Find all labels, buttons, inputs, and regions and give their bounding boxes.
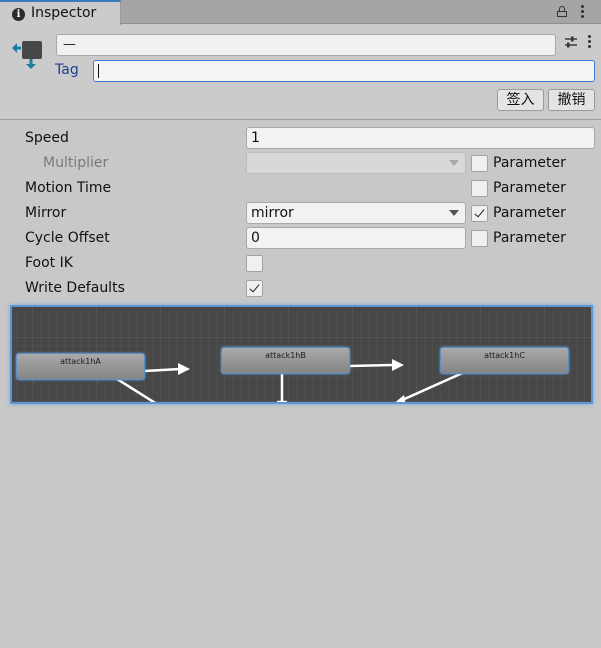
sign-in-button[interactable]: 签入 <box>497 89 544 111</box>
mirror-label: Mirror <box>25 205 67 221</box>
write-defaults-row: Write Defaults <box>0 277 601 301</box>
motion-time-parameter-label: Parameter <box>493 180 566 196</box>
animator-state-icon <box>12 41 42 69</box>
header-menu-icon[interactable] <box>588 35 591 48</box>
mirror-parameter-label: Parameter <box>493 205 566 221</box>
speed-label: Speed <box>25 130 69 146</box>
graph-node-attack1hA[interactable]: attack1hA <box>16 353 145 380</box>
multiplier-parameter-checkbox[interactable] <box>471 155 488 172</box>
chevron-down-icon <box>449 160 459 166</box>
foot-ik-label: Foot IK <box>25 255 73 271</box>
inspector-header: — Tag 签入 撤销 <box>0 25 601 120</box>
foot-ik-checkbox[interactable] <box>246 255 263 272</box>
undo-button[interactable]: 撤销 <box>548 89 595 111</box>
foot-ik-row: Foot IK <box>0 252 601 276</box>
motion-time-label: Motion Time <box>25 180 112 196</box>
write-defaults-checkbox[interactable] <box>246 280 263 297</box>
chevron-down-icon <box>449 210 459 216</box>
cycle-offset-field[interactable]: 0 <box>246 227 466 249</box>
animator-graph-preview[interactable]: attack1hA attack1hB attack1hC <box>10 305 593 404</box>
cycle-offset-row: Cycle Offset 0 Parameter <box>0 227 601 251</box>
cycle-offset-label: Cycle Offset <box>25 230 110 246</box>
speed-field[interactable]: 1 <box>246 127 595 149</box>
multiplier-dropdown <box>246 152 466 174</box>
write-defaults-label: Write Defaults <box>25 280 125 296</box>
tab-bar: i Inspector <box>0 0 601 25</box>
tag-label: Tag <box>55 62 79 78</box>
mirror-dropdown[interactable]: mirror <box>246 202 466 224</box>
multiplier-row: Multiplier Parameter <box>0 152 601 176</box>
cycle-offset-parameter-label: Parameter <box>493 230 566 246</box>
lock-icon[interactable] <box>557 6 567 17</box>
graph-node-attack1hC[interactable]: attack1hC <box>440 347 569 374</box>
cycle-offset-parameter-checkbox[interactable] <box>471 230 488 247</box>
tab-inspector[interactable]: i Inspector <box>0 0 121 25</box>
tag-input[interactable] <box>93 60 595 82</box>
state-name-field[interactable]: — <box>56 34 556 56</box>
multiplier-parameter-label: Parameter <box>493 155 566 171</box>
graph-node-attack1hB[interactable]: attack1hB <box>221 347 350 374</box>
motion-time-row: Motion Time Parameter <box>0 177 601 201</box>
preset-icon[interactable] <box>564 35 578 49</box>
mirror-row: Mirror mirror Parameter <box>0 202 601 226</box>
motion-time-parameter-checkbox[interactable] <box>471 180 488 197</box>
mirror-parameter-checkbox[interactable] <box>471 205 488 222</box>
tab-menu-icon[interactable] <box>581 5 584 18</box>
speed-row: Speed 1 <box>0 127 601 151</box>
info-icon: i <box>12 8 25 21</box>
tab-title: Inspector <box>31 5 97 21</box>
multiplier-label: Multiplier <box>43 155 109 171</box>
